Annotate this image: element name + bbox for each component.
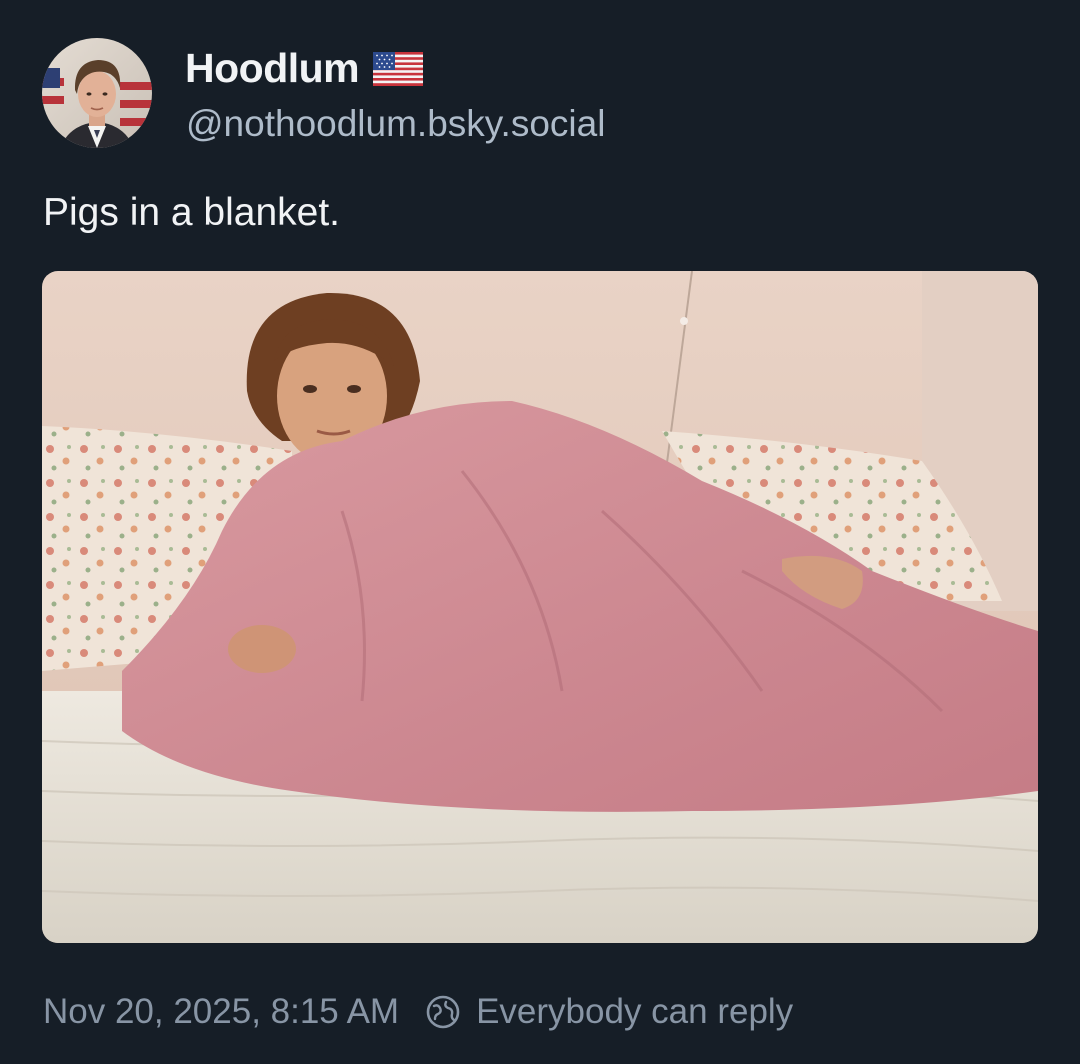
post-image[interactable] (42, 271, 1038, 943)
globe-icon (426, 995, 460, 1029)
avatar-image (42, 38, 152, 148)
reply-setting[interactable]: Everybody can reply (425, 990, 793, 1034)
author-name-text: Hoodlum (185, 45, 360, 91)
author-handle[interactable]: @nothoodlum.bsky.social (186, 101, 605, 147)
reply-setting-label: Everybody can reply (476, 992, 794, 1031)
post-meta: Nov 20, 2025, 8:15 AM Everybody can repl… (43, 990, 793, 1034)
avatar[interactable] (42, 38, 152, 148)
post-text: Pigs in a blanket. (43, 191, 341, 234)
post-photo (42, 271, 1038, 943)
author-display-name[interactable]: Hoodlum (185, 42, 424, 94)
us-flag-icon (373, 52, 424, 86)
post-timestamp[interactable]: Nov 20, 2025, 8:15 AM (43, 990, 399, 1034)
